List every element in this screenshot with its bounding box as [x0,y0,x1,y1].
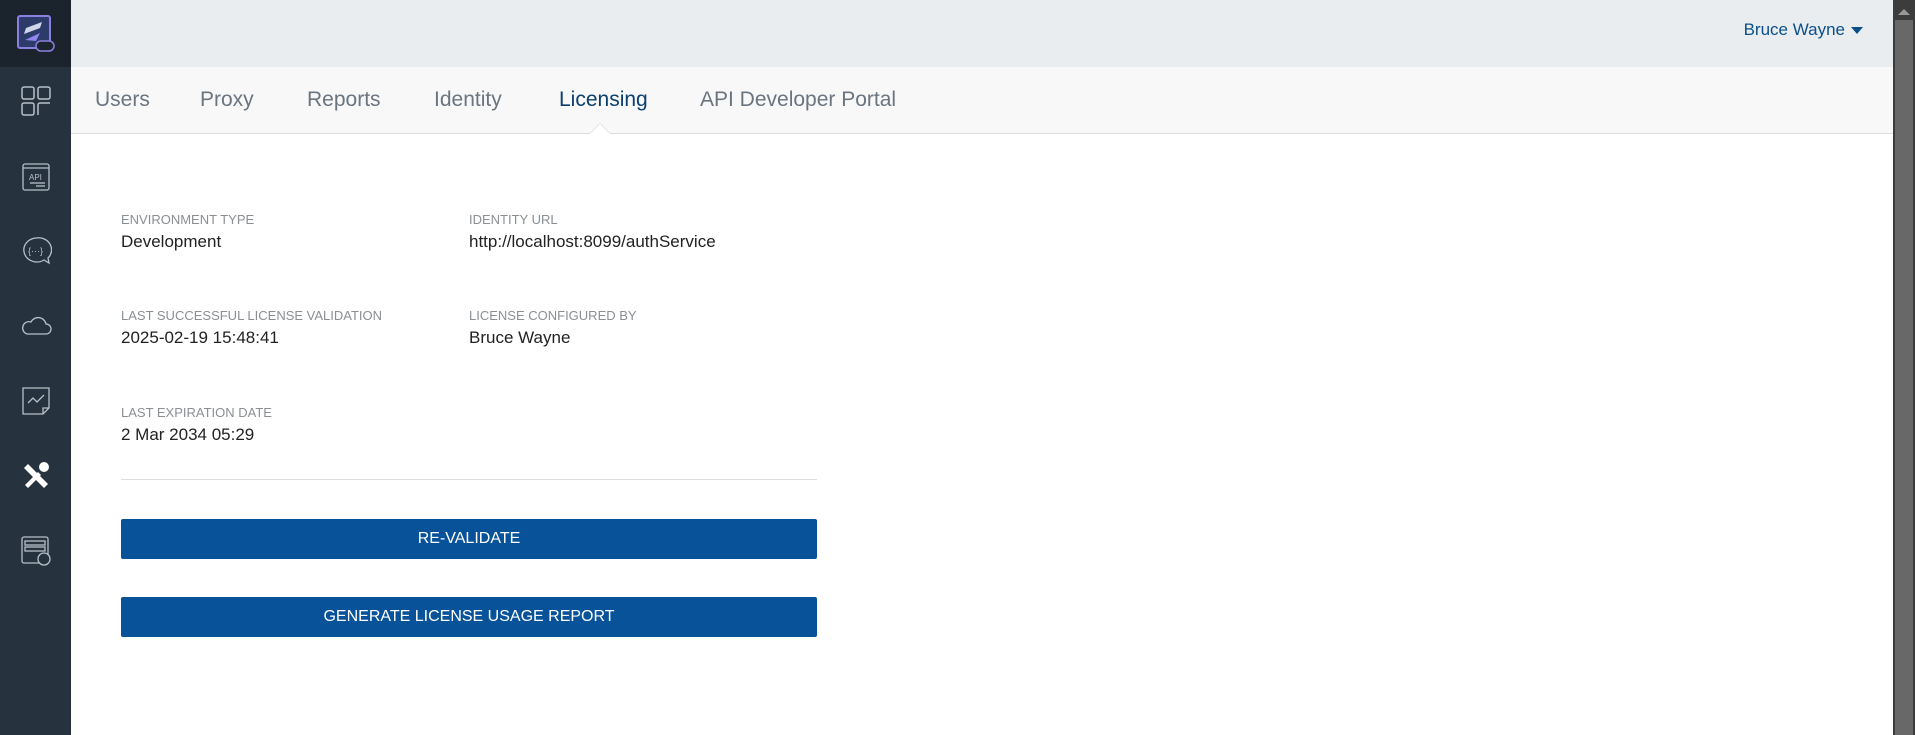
scroll-up-icon[interactable] [1898,9,1910,15]
svg-text:{···}: {···} [28,246,43,256]
tab-users[interactable]: Users [95,88,150,112]
identity-url-value: http://localhost:8099/authService [469,232,716,251]
last-validation-label: Last Successful License Validation [121,308,383,323]
dashboard-icon[interactable] [0,76,71,126]
scrollbar-thumb[interactable] [1895,20,1913,735]
tab-bar: Users Proxy Reports Identity Licensing A… [71,67,1893,134]
top-header: Bruce Wayne [71,0,1893,67]
analytics-report-icon[interactable] [0,376,71,426]
identity-url-label: Identity URL [469,212,558,227]
tab-licensing[interactable]: Licensing [559,88,648,112]
api-icon[interactable]: API [0,152,71,202]
user-menu[interactable]: Bruce Wayne [1744,20,1863,40]
user-name: Bruce Wayne [1743,20,1845,39]
expiration-label: Last Expiration Date [121,405,272,420]
configured-by-label: License Configured By [469,308,637,323]
configured-by-value: Bruce Wayne [469,328,571,347]
environment-type-label: Environment Type [121,212,255,227]
divider [121,479,817,480]
logo-icon [16,14,55,52]
tab-api-developer-portal[interactable]: API Developer Portal [700,88,896,112]
active-tab-pointer [589,123,611,134]
tools-icon[interactable] [0,451,71,501]
last-validation-value: 2025-02-19 15:48:41 [121,328,279,347]
graphql-chat-icon[interactable]: {···} [0,226,71,276]
tab-proxy[interactable]: Proxy [200,88,254,112]
cloud-icon[interactable] [0,300,71,350]
expiration-value: 2 Mar 2034 05:29 [121,425,255,444]
tab-reports[interactable]: Reports [307,88,381,112]
svg-text:API: API [29,173,42,182]
app-logo[interactable] [0,0,71,67]
developer-portal-icon[interactable] [0,526,71,576]
scrollbar[interactable] [1893,0,1915,735]
environment-type-value: Development [121,232,222,251]
tab-identity[interactable]: Identity [434,88,502,112]
chevron-down-icon [1851,26,1863,34]
generate-license-usage-report-button[interactable]: GENERATE LICENSE USAGE REPORT [121,597,817,637]
sidebar: API {···} [0,0,71,735]
revalidate-button[interactable]: RE-VALIDATE [121,519,817,559]
